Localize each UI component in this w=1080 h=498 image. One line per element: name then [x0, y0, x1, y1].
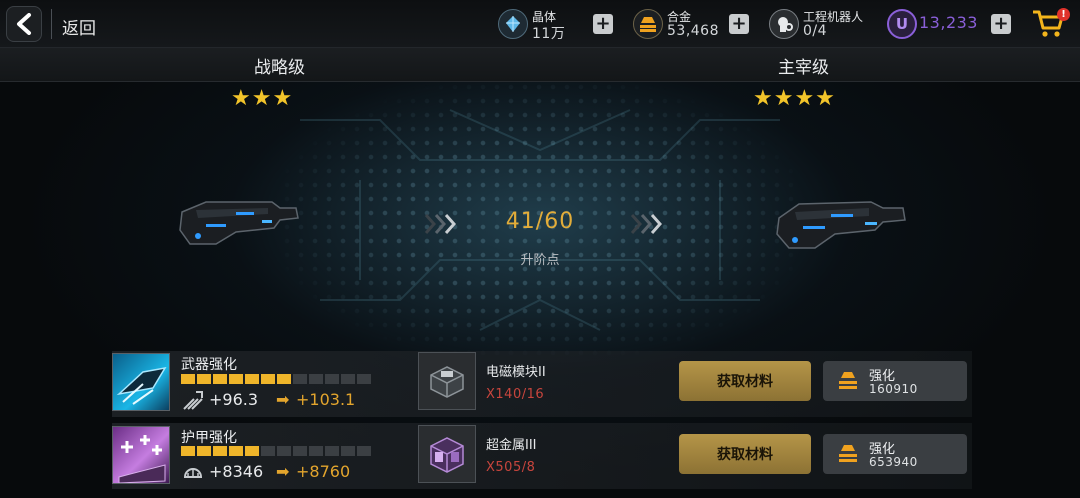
level-segment [213, 374, 227, 384]
alloy-icon [633, 9, 663, 39]
level-segment [325, 446, 339, 456]
level-segment [261, 374, 275, 384]
level-segment [245, 446, 259, 456]
resource-crystal: 晶体 11万 [498, 6, 598, 42]
level-segment [245, 374, 259, 384]
armor-stat-next: +8760 [296, 462, 351, 481]
level-segment [293, 374, 307, 384]
level-segment [341, 374, 355, 384]
chevron-right-icon [630, 214, 663, 234]
level-segment [293, 446, 307, 456]
cart-notification-badge: ! [1057, 8, 1070, 21]
alloy-value: 53,468 [667, 23, 719, 39]
level-segment [309, 446, 323, 456]
material-slot-em-module[interactable] [418, 352, 476, 410]
upgrade-cost: 653940 [869, 455, 918, 469]
weapon-upgrade-level-bar [181, 374, 371, 384]
level-segment [213, 446, 227, 456]
level-segment [325, 374, 339, 384]
alloy-icon [839, 445, 857, 462]
level-segment [261, 446, 275, 456]
level-segment [229, 446, 243, 456]
current-rank-stars: ★★★ [231, 86, 294, 111]
robot-value: 0/4 [803, 23, 828, 39]
top-bar: 返回 晶体 11万 + 合金 53,468 + 工程机器人 0/4 U 13,2… [0, 0, 1080, 48]
level-segment [277, 374, 291, 384]
arrow-right-icon: ➡ [276, 390, 290, 409]
arrow-right-icon: ➡ [276, 462, 290, 481]
armor-upgrade-title: 护甲强化 [181, 430, 237, 446]
upgrade-armor-button[interactable]: 强化 653940 [823, 434, 967, 474]
material-name: 电磁模块II [486, 365, 546, 380]
get-materials-button[interactable]: 获取材料 [679, 434, 811, 474]
back-button[interactable] [6, 6, 42, 42]
premium-symbol: U [895, 15, 909, 33]
weapon-upgrade-title: 武器强化 [181, 357, 237, 373]
add-alloy-button[interactable]: + [729, 14, 749, 34]
material-slot-super-metal[interactable] [418, 425, 476, 483]
rank-header-band [0, 48, 1080, 82]
upgrade-cost: 160910 [869, 382, 918, 396]
material-count: X505/8 [486, 460, 536, 475]
em-module-icon [430, 366, 464, 398]
weapon-stat-icon [183, 391, 203, 410]
level-segment [341, 446, 355, 456]
resource-alloy: 合金 53,468 [633, 6, 733, 42]
add-crystal-button[interactable]: + [593, 14, 613, 34]
next-rank-label: 主宰级 [778, 58, 829, 78]
crystal-icon [498, 9, 528, 39]
premium-value: 13,233 [919, 13, 978, 32]
weapon-stat-next: +103.1 [296, 390, 356, 409]
upgrade-weapon-button[interactable]: 强化 160910 [823, 361, 967, 401]
current-rank-label: 战略级 [254, 58, 305, 78]
chevron-right-icon [424, 214, 457, 234]
back-label[interactable]: 返回 [62, 14, 96, 39]
next-rank-stars: ★★★★ [753, 86, 836, 111]
chevron-left-icon [17, 13, 31, 35]
weapon-stat-current: +96.3 [209, 390, 259, 409]
level-segment [229, 374, 243, 384]
level-segment [181, 446, 195, 456]
crystal-value: 11万 [532, 26, 566, 42]
shop-cart-button[interactable]: ! [1031, 8, 1071, 40]
weapon-upgrade-icon [112, 353, 170, 411]
armor-stat-icon [183, 468, 203, 478]
armor-stat-current: +8346 [209, 462, 264, 481]
level-segment [277, 446, 291, 456]
level-segment [357, 374, 371, 384]
material-name: 超金属III [486, 438, 537, 453]
level-segment [181, 374, 195, 384]
armor-upgrade-level-bar [181, 446, 371, 456]
next-weapon-image [776, 201, 906, 249]
material-count: X140/16 [486, 387, 545, 402]
get-materials-button[interactable]: 获取材料 [679, 361, 811, 401]
armor-upgrade-icon [112, 426, 170, 484]
resource-robot: 工程机器人 0/4 [769, 6, 879, 42]
level-segment [197, 446, 211, 456]
upgrade-points-value: 41/60 [505, 209, 575, 234]
add-premium-button[interactable]: + [991, 14, 1011, 34]
super-metal-icon [430, 437, 464, 473]
level-segment [309, 374, 323, 384]
premium-currency-icon: U [887, 9, 917, 39]
upgrade-points-label: 升阶点 [520, 253, 560, 268]
level-segment [357, 446, 371, 456]
current-weapon-image [179, 201, 299, 245]
alloy-icon [839, 372, 857, 389]
level-segment [197, 374, 211, 384]
robot-icon [769, 9, 799, 39]
divider [51, 9, 52, 39]
